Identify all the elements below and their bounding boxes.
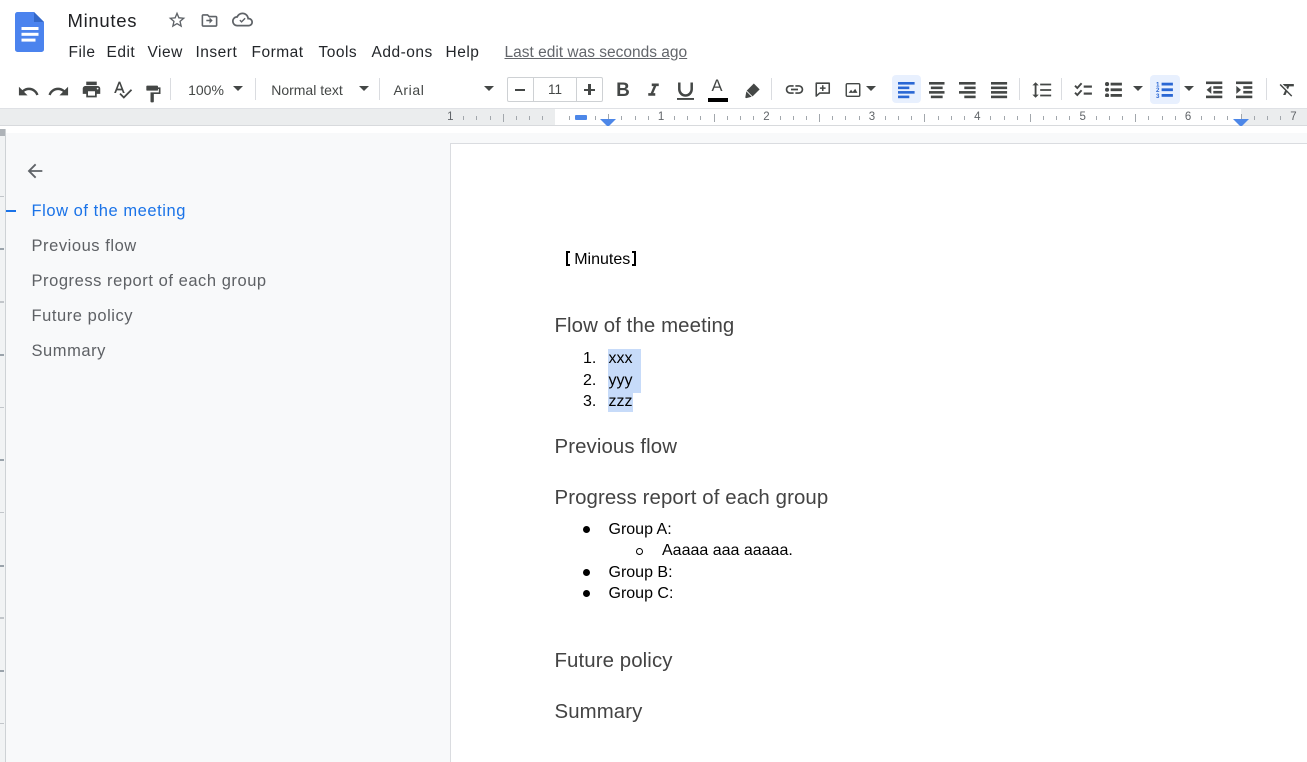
- svg-text:3: 3: [1156, 93, 1160, 98]
